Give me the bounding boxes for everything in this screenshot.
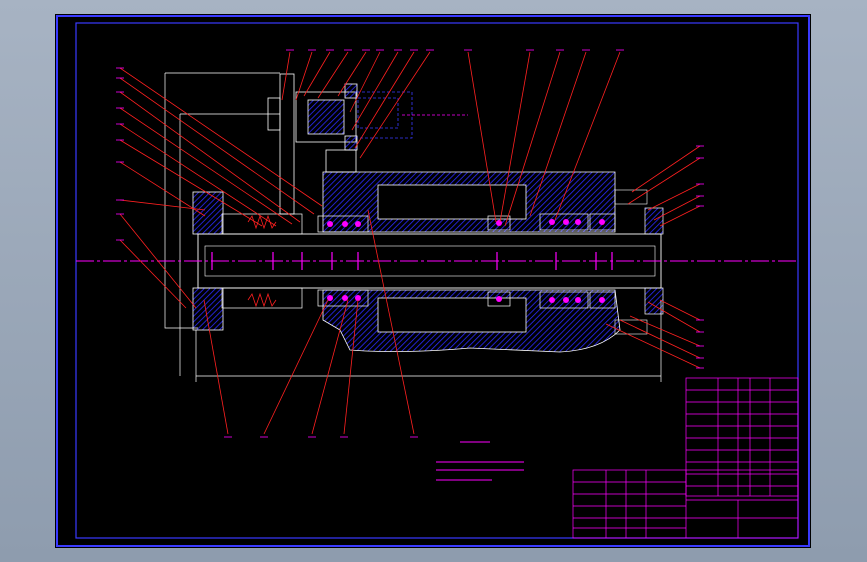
cad-viewport[interactable] [0, 0, 867, 562]
hidden-lines [357, 91, 468, 139]
spindle-assembly-drawing [56, 15, 810, 547]
title-block [572, 469, 799, 539]
drawing-sheet [55, 14, 811, 548]
parts-list-table [685, 377, 799, 497]
technical-notes [436, 441, 524, 481]
